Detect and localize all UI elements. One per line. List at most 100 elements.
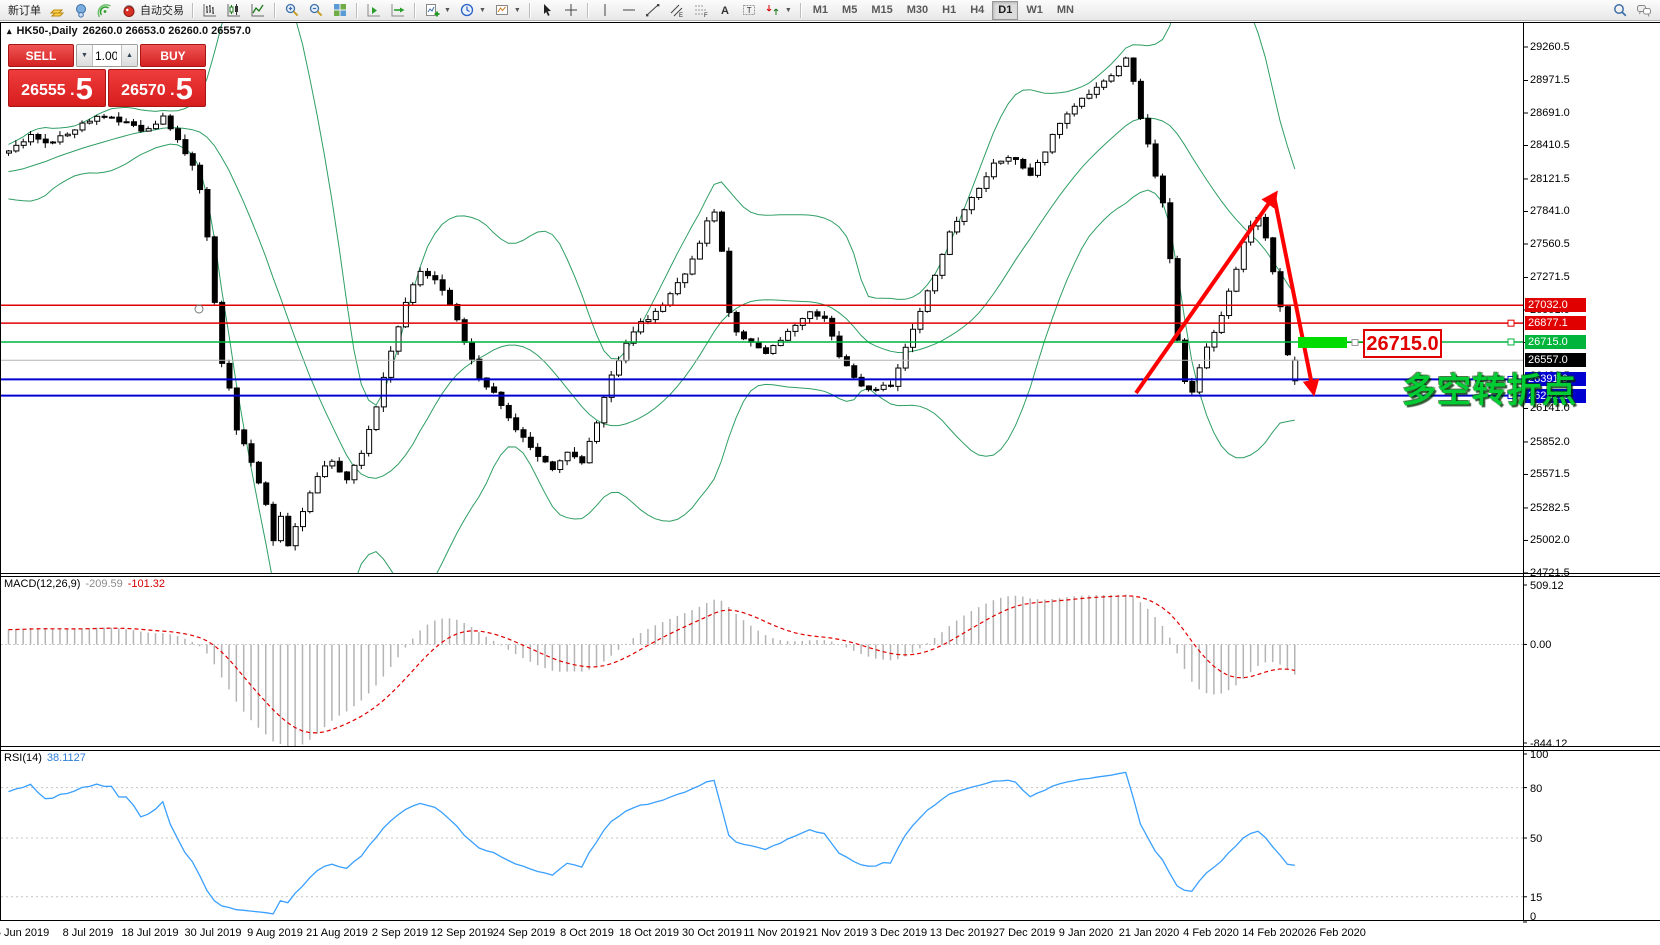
chart-canvas[interactable]: 26715.0 xyxy=(0,0,1660,945)
new-order-button-label: 新订单 xyxy=(8,5,41,17)
sell-price-big-digit: 5 xyxy=(75,71,93,106)
timeframe-button-m30[interactable]: M30 xyxy=(901,1,934,20)
chart-shift-button[interactable] xyxy=(386,0,410,21)
templates-button[interactable]: ▼ xyxy=(490,0,525,21)
timeframe-button-d1[interactable]: D1 xyxy=(992,0,1019,20)
buy-price-main: 26570 . xyxy=(121,82,175,99)
label-icon: T xyxy=(741,2,757,18)
sell-button[interactable]: SELL xyxy=(8,44,74,67)
timeframe-button-w1[interactable]: W1 xyxy=(1020,1,1049,20)
macd-indicator-label: MACD(12,26,9) -209.59 -101.32 xyxy=(4,578,165,590)
crosshair-icon xyxy=(563,2,579,18)
tile-windows-button[interactable] xyxy=(328,0,352,21)
svg-text:E: E xyxy=(679,13,683,18)
new-chart-button[interactable]: ▼ xyxy=(420,0,455,21)
toolbar-separator xyxy=(414,2,416,18)
timeframe-button-m15[interactable]: M15 xyxy=(865,1,898,20)
channel-icon: E xyxy=(669,2,685,18)
auto-trading-icon xyxy=(121,2,137,18)
fibonacci-button[interactable]: F xyxy=(689,0,713,21)
macd-main-value: -209.59 xyxy=(85,578,123,590)
search-icon xyxy=(1612,2,1628,18)
turning-point-annotation: 多空转折点 xyxy=(1402,372,1577,410)
rsi-name: RSI(14) xyxy=(4,752,42,764)
label-button[interactable]: T xyxy=(737,0,761,21)
symbol-period-label: HK50-,Daily xyxy=(16,25,78,37)
templates-icon xyxy=(494,2,510,18)
chevron-down-icon[interactable]: ▼ xyxy=(444,7,451,14)
svg-text:F: F xyxy=(704,13,708,18)
toolbar-separator xyxy=(528,2,531,18)
text-button[interactable]: A xyxy=(713,0,737,21)
svg-text:A: A xyxy=(721,5,729,17)
chart-title: ▴ HK50-,Daily 26260.0 26653.0 26260.0 26… xyxy=(7,25,251,37)
signals-icon-icon xyxy=(97,2,113,18)
buy-price-big-digit: 5 xyxy=(175,71,193,106)
signals-icon[interactable] xyxy=(93,0,117,21)
chevron-down-icon[interactable]: ▼ xyxy=(785,7,792,14)
buy-price-display[interactable]: 26570 . 5 xyxy=(108,69,206,107)
volume-increase-button[interactable]: ▲ xyxy=(121,45,137,66)
search-button[interactable] xyxy=(1608,0,1632,21)
new-order-button[interactable]: 新订单 xyxy=(4,0,45,21)
volume-input[interactable] xyxy=(93,45,121,66)
chevron-down-icon[interactable]: ▼ xyxy=(479,7,486,14)
timeframe-button-h1[interactable]: H1 xyxy=(936,1,962,20)
chart-shift-icon xyxy=(390,2,406,18)
main-toolbar: 新订单 自动交易 ▼ ▼ ▼ E F A T ▼ M1 M5 M15 M30 H1 H4 D1 W1 MN xyxy=(0,0,1660,21)
vertical-line-button[interactable] xyxy=(593,0,617,21)
line-chart-button[interactable] xyxy=(246,0,270,21)
arrows-icon xyxy=(765,2,781,18)
svg-text:T: T xyxy=(747,6,752,15)
sell-price-display[interactable]: 26555 . 5 xyxy=(8,69,106,107)
chat-button[interactable] xyxy=(1632,0,1656,21)
volume-decrease-button[interactable]: ▼ xyxy=(77,45,93,66)
gold-icon[interactable] xyxy=(45,0,69,21)
toolbar-separator xyxy=(274,2,276,18)
chevron-down-icon[interactable]: ▼ xyxy=(514,7,521,14)
auto-scroll-icon xyxy=(366,2,382,18)
timeframe-button-m5[interactable]: M5 xyxy=(836,1,863,20)
volume-stepper: ▼ ▲ xyxy=(76,44,138,67)
bar-chart-icon xyxy=(202,2,218,18)
timeframe-button-h4[interactable]: H4 xyxy=(964,1,990,20)
chat-icon xyxy=(1636,2,1652,18)
cursor-button[interactable] xyxy=(535,0,559,21)
toolbar-separator xyxy=(192,2,194,18)
tile-windows-icon xyxy=(332,2,348,18)
horizontal-line-button[interactable] xyxy=(617,0,641,21)
toolbar-separator xyxy=(356,2,358,18)
periods-button[interactable]: ▼ xyxy=(455,0,490,21)
timeframe-button-m1[interactable]: M1 xyxy=(807,1,834,20)
rsi-value: 38.1127 xyxy=(46,752,86,764)
support-zone-bar[interactable] xyxy=(1298,337,1347,348)
rsi-indicator-label: RSI(14) 38.1127 xyxy=(4,752,86,764)
arrows-button[interactable]: ▼ xyxy=(761,0,796,21)
trading-platform-window: { "toolbar": { "items": [ {"name":"new-o… xyxy=(0,0,1660,945)
collapse-icon[interactable]: ▴ xyxy=(7,26,12,37)
buy-button[interactable]: BUY xyxy=(140,44,206,67)
community-icon[interactable] xyxy=(69,0,93,21)
trendline-icon xyxy=(645,2,661,18)
macd-signal-value: -101.32 xyxy=(127,578,166,590)
auto-scroll-button[interactable] xyxy=(362,0,386,21)
new-chart-icon xyxy=(424,2,440,18)
vertical-line-icon xyxy=(597,2,613,18)
auto-trading-button[interactable]: 自动交易 xyxy=(117,0,188,21)
timeframe-button-mn[interactable]: MN xyxy=(1051,1,1080,20)
auto-trading-button-label: 自动交易 xyxy=(140,5,184,17)
trendline-button[interactable] xyxy=(641,0,665,21)
fibonacci-icon: F xyxy=(693,2,709,18)
zoom-in-button[interactable] xyxy=(280,0,304,21)
bar-chart-button[interactable] xyxy=(198,0,222,21)
cursor-icon xyxy=(539,2,555,18)
crosshair-button[interactable] xyxy=(559,0,583,21)
horizontal-line-icon xyxy=(621,2,637,18)
candlestick-chart-button[interactable] xyxy=(222,0,246,21)
channel-button[interactable]: E xyxy=(665,0,689,21)
one-click-trading-panel: SELL ▼ ▲ BUY 26555 . 5 26570 . 5 xyxy=(8,44,206,107)
zoom-out-button[interactable] xyxy=(304,0,328,21)
ohlc-values-label: 26260.0 26653.0 26260.0 26557.0 xyxy=(82,25,251,37)
macd-name: MACD(12,26,9) xyxy=(4,578,81,590)
price-tag-label: 26715.0 xyxy=(1366,333,1438,355)
